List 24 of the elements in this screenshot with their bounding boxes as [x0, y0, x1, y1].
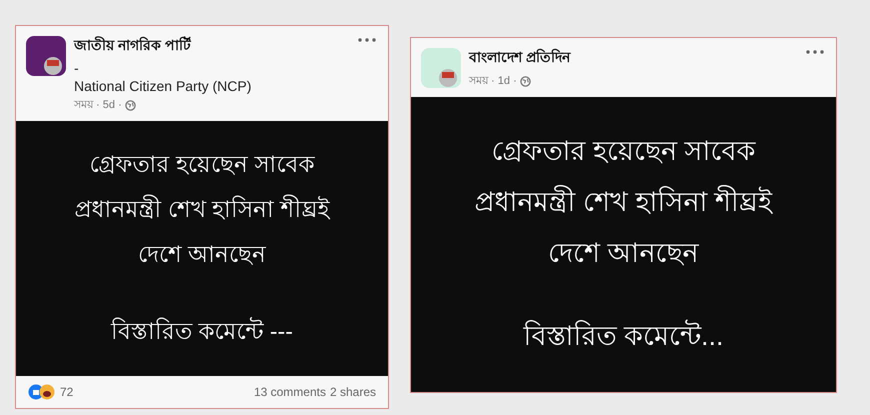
- more-options-icon[interactable]: [806, 50, 824, 54]
- post-text-line: দেশে আনছেন: [138, 240, 266, 268]
- post-text-line: দেশে আনছেন: [548, 236, 699, 270]
- page-name[interactable]: বাংলাদেশ প্রতিদিন: [469, 46, 570, 70]
- reaction-count[interactable]: 72: [60, 385, 74, 399]
- globe-icon: [124, 100, 136, 111]
- page-logo-icon: [421, 48, 461, 88]
- post-meta: সময় · 5d ·: [74, 98, 122, 113]
- page-subtitle: -: [74, 60, 80, 76]
- share-count[interactable]: 2 shares: [330, 385, 376, 399]
- page-logo-icon: [26, 36, 66, 76]
- post-text-line: প্রধানমন্ত্রী শেখ হাসিনা শীঘ্রই: [474, 184, 772, 218]
- globe-icon: [520, 76, 531, 87]
- post-meta: সময় · 1d ·: [469, 74, 517, 89]
- post-text-line: গ্রেফতার হয়েছেন সাবেক: [90, 150, 314, 178]
- reactions-icon: [28, 384, 56, 400]
- post-text-line: গ্রেফতার হয়েছেন সাবেক: [491, 134, 756, 168]
- post-text-line: বিস্তারিত কমেন্টে...: [523, 318, 724, 352]
- more-options-icon[interactable]: [358, 38, 376, 42]
- comment-count[interactable]: 13 comments: [254, 385, 326, 399]
- page-name[interactable]: জাতীয় নাগরিক পার্টি: [74, 34, 252, 58]
- post-text-line: প্রধানমন্ত্রী শেখ হাসিনা শীঘ্রই: [74, 194, 330, 224]
- page-subtitle: National Citizen Party (NCP): [74, 78, 252, 94]
- post-text-line: বিস্তারিত কমেন্টে ---: [111, 316, 293, 346]
